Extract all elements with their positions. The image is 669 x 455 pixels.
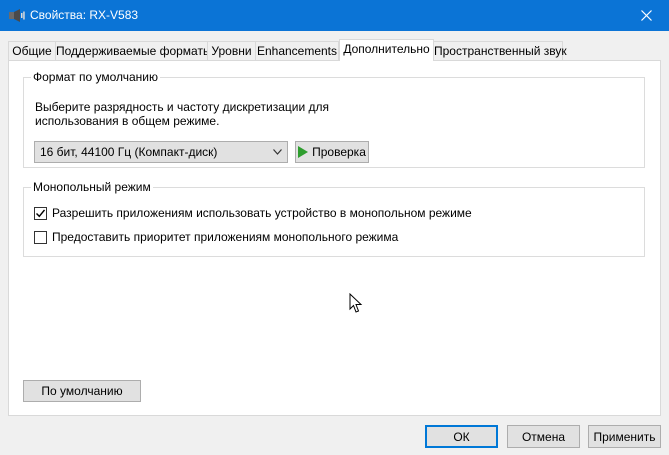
tab-advanced[interactable]: Дополнительно bbox=[339, 39, 434, 61]
default-format-group-title: Формат по умолчанию bbox=[31, 70, 160, 84]
tab-supported-formats[interactable]: Поддерживаемые форматы bbox=[55, 41, 212, 60]
exclusive-mode-group: Монопольный режим Разрешить приложениям … bbox=[23, 180, 645, 257]
default-format-group: Формат по умолчанию Выберите разрядность… bbox=[23, 70, 645, 168]
exclusive-priority-checkbox[interactable] bbox=[34, 231, 47, 244]
restore-default-button[interactable]: По умолчанию bbox=[23, 380, 141, 402]
exclusive-mode-group-title: Монопольный режим bbox=[31, 180, 153, 194]
tab-spatial-sound[interactable]: Пространственный звук bbox=[433, 41, 567, 60]
allow-exclusive-checkbox[interactable] bbox=[34, 207, 47, 220]
mouse-pointer-icon bbox=[349, 293, 363, 313]
chevron-down-icon bbox=[273, 149, 282, 155]
close-icon bbox=[640, 10, 652, 21]
play-icon bbox=[298, 146, 309, 158]
cancel-button[interactable]: Отмена bbox=[507, 425, 580, 448]
speaker-icon bbox=[9, 9, 25, 22]
test-button[interactable]: Проверка bbox=[295, 141, 369, 163]
close-button[interactable] bbox=[623, 0, 669, 31]
exclusive-priority-label: Предоставить приоритет приложениям моноп… bbox=[52, 230, 399, 244]
checkmark-icon bbox=[36, 209, 45, 218]
format-select-value: 16 бит, 44100 Гц (Компакт-диск) bbox=[40, 145, 218, 159]
default-format-description: Выберите разрядность и частоту дискретиз… bbox=[35, 100, 330, 128]
title-bar: Свойства: RX-V583 bbox=[0, 0, 669, 31]
apply-button[interactable]: Применить bbox=[588, 425, 661, 448]
test-button-label: Проверка bbox=[312, 145, 366, 159]
tab-general[interactable]: Общие bbox=[8, 41, 56, 60]
tab-enhancements[interactable]: Enhancements bbox=[255, 41, 339, 60]
format-select[interactable]: 16 бит, 44100 Гц (Компакт-диск) bbox=[34, 141, 288, 163]
tab-levels[interactable]: Уровни bbox=[207, 41, 256, 60]
window-title: Свойства: RX-V583 bbox=[30, 8, 139, 22]
tab-panel: Формат по умолчанию Выберите разрядность… bbox=[8, 60, 661, 416]
allow-exclusive-label: Разрешить приложениям использовать устро… bbox=[52, 206, 472, 220]
ok-button[interactable]: ОК bbox=[425, 425, 498, 448]
